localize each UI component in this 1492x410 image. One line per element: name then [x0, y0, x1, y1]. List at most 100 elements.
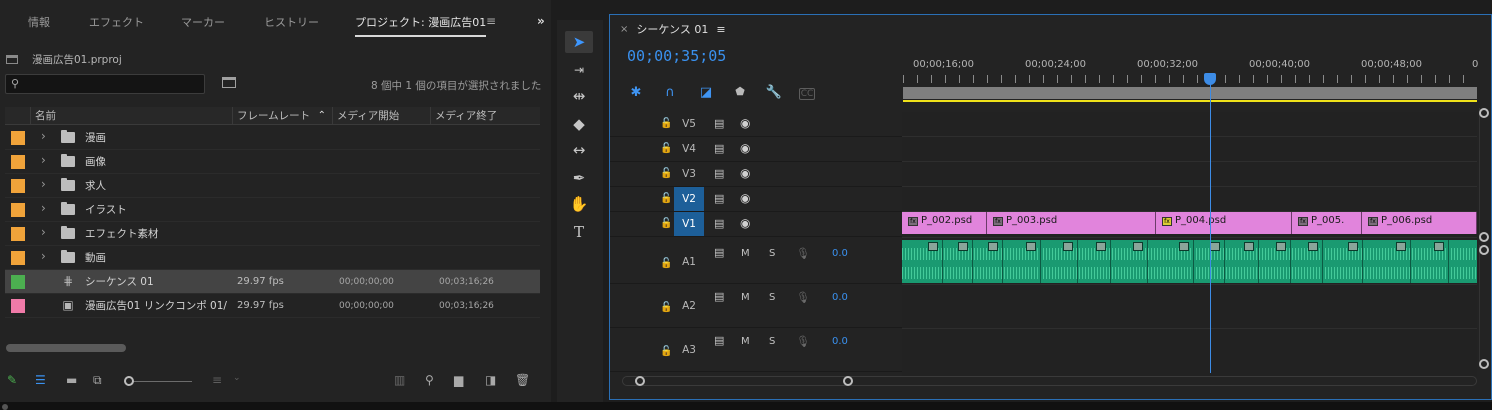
label-color-swatch[interactable]: [11, 299, 25, 313]
track-select-tool-icon[interactable]: ⇥: [565, 59, 593, 81]
slip-tool-icon[interactable]: ↔: [565, 139, 593, 161]
scrollbar-knob[interactable]: [1479, 359, 1489, 369]
mute-button[interactable]: M: [741, 292, 750, 303]
video-clip[interactable]: fx P_005.: [1292, 212, 1362, 234]
disclosure-chevron-icon[interactable]: ›: [41, 201, 46, 215]
list-view-icon[interactable]: ☰: [35, 373, 46, 387]
new-bin-icon[interactable]: ▆: [454, 373, 463, 387]
new-search-bin-icon[interactable]: [222, 77, 236, 88]
solo-button[interactable]: S: [769, 248, 775, 259]
track-target-toggle[interactable]: A2: [674, 294, 704, 318]
eye-visibility-icon[interactable]: ◉: [740, 116, 750, 130]
disclosure-chevron-icon[interactable]: ›: [41, 225, 46, 239]
lock-icon[interactable]: 🔓: [660, 168, 672, 179]
lock-icon[interactable]: 🔓: [660, 143, 672, 154]
track-volume-value[interactable]: 0.0: [832, 336, 848, 347]
video-clip[interactable]: fx P_003.psd: [987, 212, 1156, 234]
video-tracks-scrollbar[interactable]: [1479, 108, 1489, 242]
scrollbar-thumb[interactable]: [6, 344, 126, 352]
item-name[interactable]: エフェクト素材: [85, 222, 159, 246]
track-target-toggle[interactable]: V4: [674, 137, 704, 161]
label-color-swatch[interactable]: [11, 275, 25, 289]
bin-row[interactable]: › イラスト: [5, 198, 540, 222]
pen-tool-icon[interactable]: ✒: [565, 167, 593, 189]
track-target-toggle[interactable]: V2: [674, 187, 704, 211]
track-target-toggle[interactable]: V5: [674, 112, 704, 136]
selection-tool-icon[interactable]: ➤: [565, 31, 593, 53]
track-target-toggle[interactable]: V1: [674, 212, 704, 236]
tab-info[interactable]: 情報: [28, 14, 50, 30]
eye-visibility-icon[interactable]: ◉: [740, 216, 750, 230]
zoom-end-knob[interactable]: [843, 376, 853, 386]
audio-tracks-scrollbar[interactable]: [1479, 245, 1489, 369]
type-tool-icon[interactable]: T: [565, 221, 593, 243]
timeline-settings-wrench-icon[interactable]: 🔧: [765, 85, 783, 100]
lock-icon[interactable]: 🔓: [660, 118, 672, 129]
panel-menu-icon[interactable]: ≡: [486, 14, 496, 28]
bin-row[interactable]: › 漫画: [5, 126, 540, 150]
scrollbar-knob[interactable]: [1479, 108, 1489, 118]
item-name[interactable]: イラスト: [85, 198, 127, 222]
timeline-zoom-scrollbar[interactable]: [622, 376, 1477, 386]
mute-button[interactable]: M: [741, 336, 750, 347]
scrollbar-knob[interactable]: [1479, 245, 1489, 255]
time-ruler[interactable]: 00;00;16;00 00;00;24;00 00;00;32;00 00;0…: [903, 55, 1478, 102]
label-color-swatch[interactable]: [11, 227, 25, 241]
sort-dropdown-icon[interactable]: ⌄: [233, 373, 241, 383]
disclosure-chevron-icon[interactable]: ›: [41, 177, 46, 191]
lock-icon[interactable]: 🔓: [660, 302, 672, 313]
playhead-timecode[interactable]: 00;00;35;05: [627, 47, 726, 65]
solo-button[interactable]: S: [769, 336, 775, 347]
item-name[interactable]: シーケンス 01: [85, 270, 154, 294]
zoom-slider-track[interactable]: [130, 381, 192, 382]
item-name[interactable]: 漫画: [85, 126, 106, 150]
voiceover-mic-icon[interactable]: 🎙: [796, 335, 810, 348]
tab-markers[interactable]: マーカー: [181, 14, 225, 30]
label-color-swatch[interactable]: [11, 251, 25, 265]
track-target-toggle[interactable]: V3: [674, 162, 704, 186]
bin-row[interactable]: › 画像: [5, 150, 540, 174]
sort-icons-icon[interactable]: ≡: [212, 373, 222, 387]
expand-panels-icon[interactable]: »: [537, 14, 545, 28]
search-box[interactable]: ⚲: [5, 74, 205, 94]
sync-lock-film-icon[interactable]: ▤: [714, 167, 724, 180]
a1-audio-clips[interactable]: [902, 240, 1477, 283]
disclosure-chevron-icon[interactable]: ›: [41, 249, 46, 263]
icon-view-icon[interactable]: ▬: [66, 373, 77, 387]
track-volume-value[interactable]: 0.0: [832, 248, 848, 259]
sync-lock-film-icon[interactable]: ▤: [714, 142, 724, 155]
captions-icon[interactable]: CC: [799, 88, 815, 100]
item-name[interactable]: 画像: [85, 150, 106, 174]
linked-selection-icon[interactable]: ◪: [697, 85, 715, 100]
item-name[interactable]: 漫画広告01 リンクコンポ 01/: [85, 294, 227, 318]
tab-history[interactable]: ヒストリー: [264, 14, 319, 30]
column-header-media-start[interactable]: メディア開始: [332, 107, 430, 125]
zoom-slider-knob[interactable]: [124, 376, 134, 386]
lock-icon[interactable]: 🔓: [660, 258, 672, 269]
video-clip[interactable]: fx P_006.psd: [1362, 212, 1477, 234]
column-header-media-end[interactable]: メディア終了: [430, 107, 530, 125]
track-target-toggle[interactable]: A1: [674, 250, 704, 274]
item-name[interactable]: 動画: [85, 246, 106, 270]
bin-row[interactable]: › エフェクト素材: [5, 222, 540, 246]
close-icon[interactable]: ×: [620, 24, 628, 35]
panel-menu-icon[interactable]: ≡: [716, 23, 725, 36]
video-clip[interactable]: fx P_004.psd: [1156, 212, 1292, 234]
voiceover-mic-icon[interactable]: 🎙: [796, 291, 810, 304]
lock-icon[interactable]: 🔓: [660, 218, 672, 229]
sync-lock-film-icon[interactable]: ▤: [714, 290, 724, 303]
insert-nest-icon[interactable]: ✱: [627, 85, 645, 100]
track-area[interactable]: fx P_002.psd fx P_003.psd fx P_004.psd fx P_005…: [902, 112, 1477, 376]
tab-project[interactable]: プロジェクト: 漫画広告01: [355, 14, 487, 37]
sequence-tab[interactable]: × シーケンス 01 ≡: [620, 21, 726, 37]
work-area-bar[interactable]: [903, 87, 1477, 99]
solo-button[interactable]: S: [769, 292, 775, 303]
project-item-row[interactable]: ▣ 漫画広告01 リンクコンポ 01/29.97 fps 00;00;00;00 00…: [5, 294, 540, 318]
sync-lock-film-icon[interactable]: ▤: [714, 334, 724, 347]
trash-icon[interactable]: 🗑: [515, 373, 530, 387]
disclosure-chevron-icon[interactable]: ›: [41, 153, 46, 167]
zoom-start-knob[interactable]: [635, 376, 645, 386]
label-color-swatch[interactable]: [11, 131, 25, 145]
eye-visibility-icon[interactable]: ◉: [740, 141, 750, 155]
write-pencil-icon[interactable]: ✎: [7, 373, 17, 387]
